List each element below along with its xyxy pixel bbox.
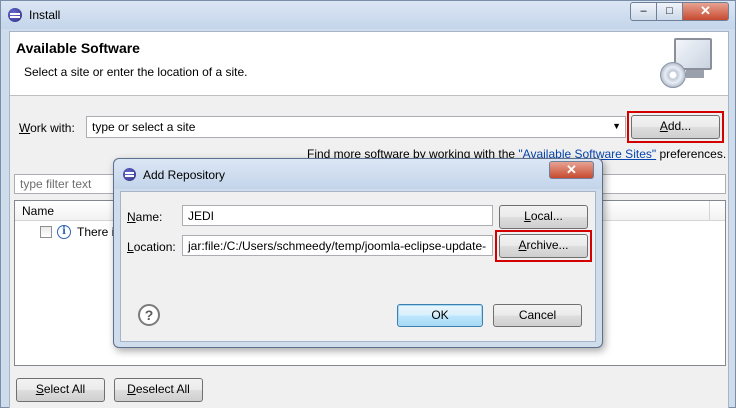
eclipse-icon	[123, 168, 136, 181]
name-label: Name:	[127, 210, 163, 224]
work-with-value: type or select a site	[92, 120, 196, 134]
page-title: Available Software	[16, 40, 140, 56]
work-with-combo[interactable]: type or select a site ▼	[86, 116, 626, 138]
archive-button[interactable]: Archive...	[499, 234, 588, 258]
location-field[interactable]: jar:file:/C:/Users/schmeedy/temp/joomla-…	[182, 235, 493, 256]
dialog-close-button[interactable]: ✕	[549, 161, 594, 179]
select-all-button[interactable]: Select All	[16, 378, 105, 402]
info-icon: i	[57, 225, 71, 239]
header-area: Available Software Select a site or ente…	[10, 32, 728, 96]
local-button[interactable]: Local...	[499, 205, 588, 229]
cd-install-icon	[658, 36, 716, 92]
help-icon[interactable]: ?	[138, 304, 160, 326]
minimize-button[interactable]: –	[630, 2, 657, 21]
page-subtitle: Select a site or enter the location of a…	[24, 65, 248, 79]
title-bar[interactable]: Install – □ ✕	[1, 1, 735, 29]
row-checkbox[interactable]	[40, 226, 52, 238]
dialog-client-area: Name: JEDI Local... Location: jar:file:/…	[120, 191, 596, 342]
close-button[interactable]: ✕	[682, 2, 729, 21]
disc-icon	[660, 62, 686, 88]
column-header-name[interactable]: Name	[22, 204, 54, 218]
work-with-label: Work with:	[19, 121, 75, 135]
monitor-stand-icon	[686, 70, 704, 78]
maximize-button[interactable]: □	[656, 2, 683, 21]
add-button[interactable]: Add...	[631, 115, 720, 139]
deselect-all-button[interactable]: Deselect All	[114, 378, 203, 402]
cancel-button[interactable]: Cancel	[493, 304, 582, 327]
chevron-down-icon[interactable]: ▼	[612, 121, 621, 131]
ok-button[interactable]: OK	[397, 304, 483, 327]
column-separator	[709, 201, 710, 221]
eclipse-icon	[8, 8, 22, 22]
add-repository-dialog: Add Repository ✕ Name: JEDI Local... Loc…	[113, 158, 603, 348]
location-label: Location:	[127, 240, 176, 254]
dialog-title-bar[interactable]: Add Repository ✕	[114, 159, 602, 189]
window-title: Install	[29, 8, 61, 22]
row-text: There i	[77, 225, 115, 239]
name-field[interactable]: JEDI	[182, 205, 493, 226]
dialog-title: Add Repository	[143, 168, 226, 182]
